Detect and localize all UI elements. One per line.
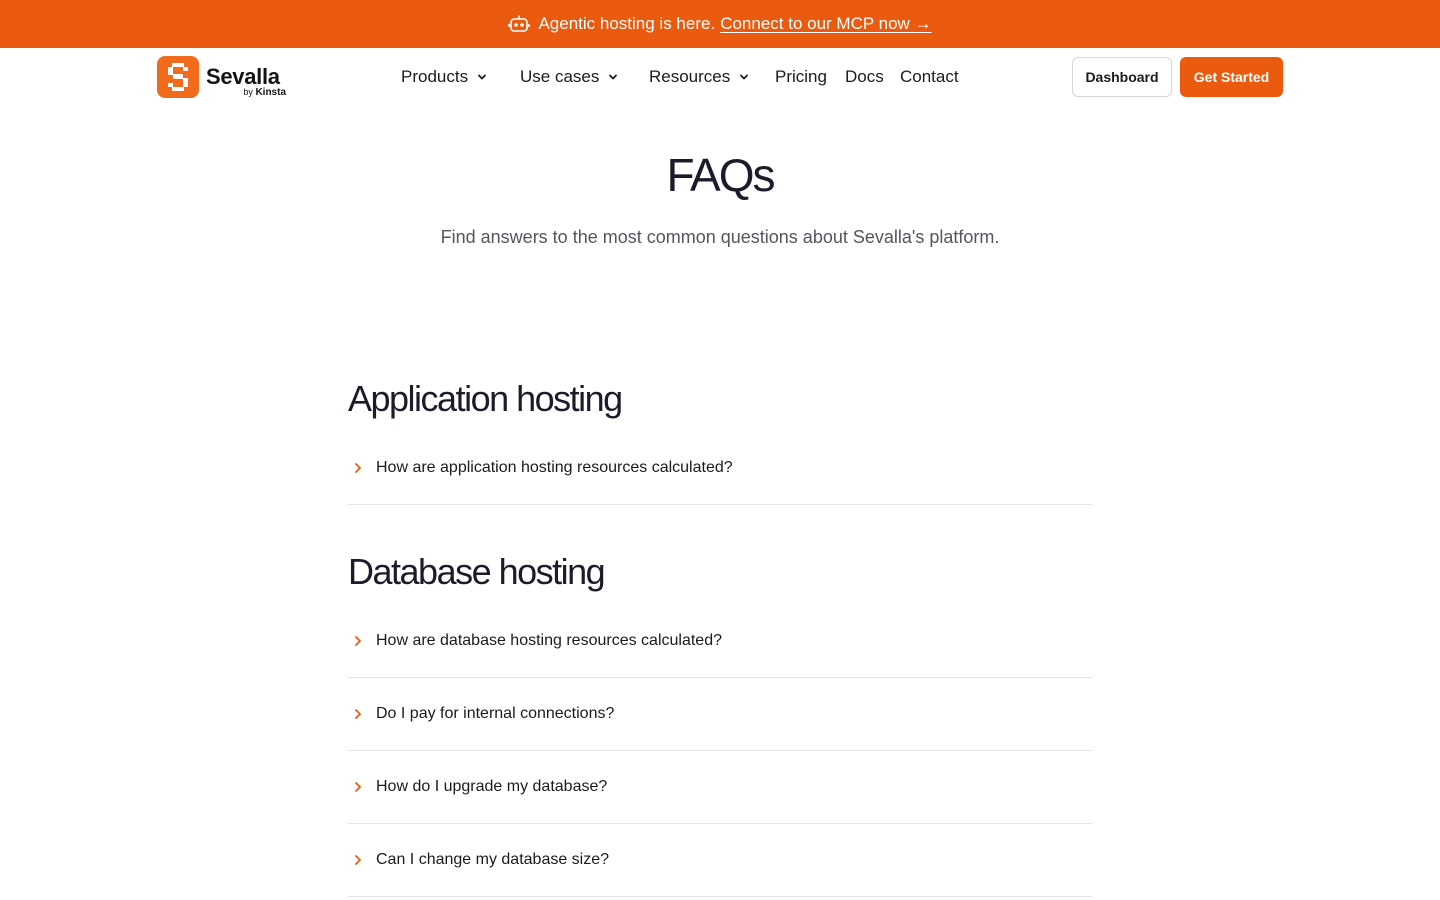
nav-products-label: Products bbox=[401, 67, 469, 86]
faq-item[interactable]: Do I pay for internal connections? bbox=[348, 678, 1092, 751]
announcement-text: Agentic hosting is here. bbox=[538, 14, 716, 33]
chevron-right-icon bbox=[355, 463, 361, 473]
nav-resources-label: Resources bbox=[649, 67, 731, 86]
chevron-right-icon bbox=[355, 855, 361, 865]
chevron-right-icon bbox=[355, 709, 361, 719]
nav-pricing[interactable]: Pricing bbox=[775, 48, 827, 106]
logo-text: Sevalla by Kinsta bbox=[206, 56, 286, 98]
chevron-right-icon bbox=[355, 782, 361, 792]
get-started-button[interactable]: Get Started bbox=[1180, 57, 1283, 97]
sevalla-logo-icon bbox=[157, 56, 199, 98]
page-subtitle: Find answers to the most common question… bbox=[440, 227, 1000, 247]
logo[interactable]: Sevalla by Kinsta bbox=[157, 56, 286, 98]
dashboard-button[interactable]: Dashboard bbox=[1072, 57, 1172, 97]
logo-brand: Kinsta bbox=[255, 87, 286, 98]
nav-contact[interactable]: Contact bbox=[900, 48, 959, 106]
section-title-application-hosting: Application hosting bbox=[348, 378, 623, 419]
mcp-link[interactable]: Connect to our MCP now → bbox=[720, 14, 931, 34]
nav-docs[interactable]: Docs bbox=[845, 48, 884, 106]
robot-icon bbox=[508, 15, 531, 32]
faq-item[interactable]: How are application hosting resources ca… bbox=[348, 432, 1092, 505]
chevron-down-icon bbox=[609, 74, 618, 80]
nav-resources[interactable]: Resources bbox=[649, 48, 750, 106]
section-title-database-hosting: Database hosting bbox=[348, 551, 606, 592]
logo-by: by bbox=[243, 87, 253, 97]
chevron-down-icon bbox=[740, 74, 749, 80]
nav-use-cases[interactable]: Use cases bbox=[520, 48, 619, 106]
nav-use-cases-label: Use cases bbox=[520, 67, 600, 86]
faq-question: How do I upgrade my database? bbox=[376, 778, 608, 795]
page-title: FAQs bbox=[666, 149, 775, 201]
chevron-down-icon bbox=[478, 74, 486, 80]
logo-byline: by Kinsta bbox=[243, 87, 286, 98]
top-nav: Sevalla by Kinsta Products Use cases Res… bbox=[0, 48, 1440, 106]
faq-item[interactable]: How do I upgrade my database? bbox=[348, 751, 1092, 824]
faq-item[interactable]: Can I change my database size? bbox=[348, 824, 1092, 897]
faq-question: How are database hosting resources calcu… bbox=[376, 632, 722, 649]
nav-products[interactable]: Products bbox=[401, 48, 488, 106]
announcement-bar: Agentic hosting is here. Connect to our … bbox=[0, 0, 1440, 48]
chevron-right-icon bbox=[355, 636, 361, 646]
faq-question: How are application hosting resources ca… bbox=[376, 459, 733, 476]
faq-question: Do I pay for internal connections? bbox=[376, 705, 615, 722]
faq-question: Can I change my database size? bbox=[376, 851, 610, 868]
faq-item[interactable]: How are database hosting resources calcu… bbox=[348, 605, 1092, 678]
